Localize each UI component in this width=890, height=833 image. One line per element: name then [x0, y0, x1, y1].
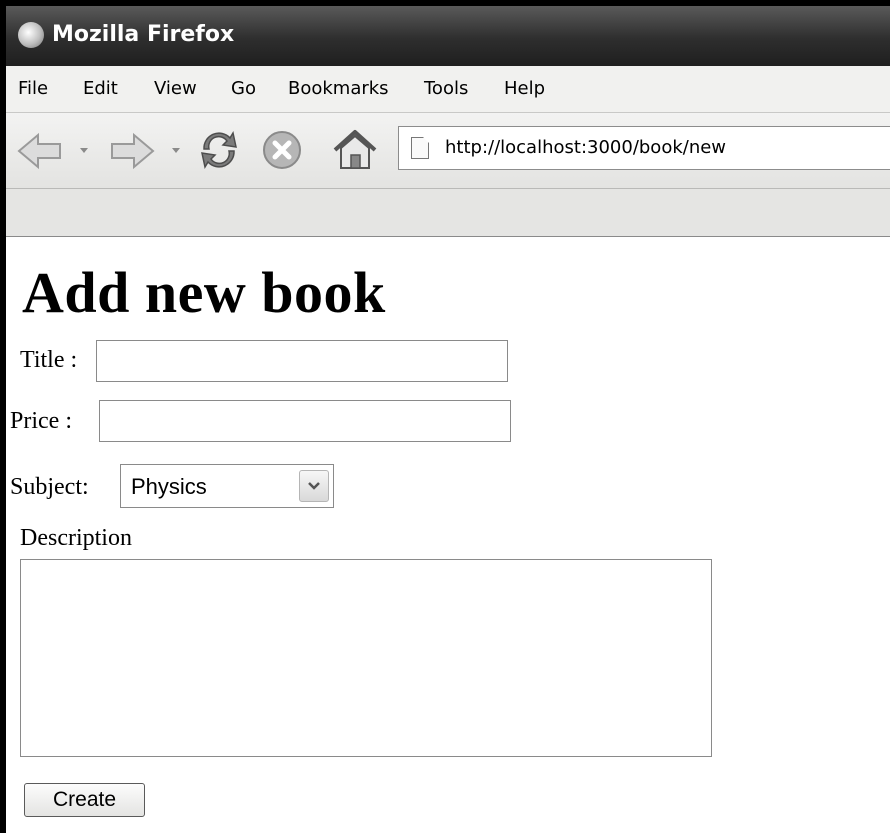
forward-arrow-icon[interactable]	[108, 131, 156, 171]
stop-icon[interactable]	[261, 129, 303, 171]
menu-edit[interactable]: Edit	[83, 78, 118, 99]
dropdown-button[interactable]	[299, 470, 329, 502]
description-textarea[interactable]	[20, 559, 712, 757]
bookmarks-toolbar	[6, 189, 890, 237]
chevron-down-icon	[308, 482, 320, 490]
menu-tools[interactable]: Tools	[424, 78, 468, 99]
price-input[interactable]	[99, 400, 511, 442]
menu-help[interactable]: Help	[504, 78, 545, 99]
forward-history-dropdown-icon[interactable]	[171, 145, 181, 155]
create-button[interactable]: Create	[24, 783, 145, 817]
back-history-dropdown-icon[interactable]	[79, 145, 89, 155]
menu-bar: File Edit View Go Bookmarks Tools Help	[6, 66, 890, 113]
page-content: Add new book Title : Price : Subject: Ph…	[6, 237, 890, 833]
address-bar[interactable]: http://localhost:3000/book/new	[398, 126, 890, 170]
subject-label: Subject:	[10, 474, 89, 500]
menu-bookmarks[interactable]: Bookmarks	[288, 78, 389, 99]
price-label: Price :	[10, 408, 72, 434]
menu-view[interactable]: View	[154, 78, 197, 99]
home-icon[interactable]	[331, 127, 379, 173]
firefox-logo-icon	[18, 22, 44, 48]
page-heading: Add new book	[22, 260, 386, 325]
menu-go[interactable]: Go	[231, 78, 256, 99]
page-icon	[411, 137, 429, 159]
menu-file[interactable]: File	[18, 78, 48, 99]
subject-selected-value: Physics	[131, 474, 207, 499]
back-arrow-icon[interactable]	[16, 131, 64, 171]
reload-icon[interactable]	[196, 127, 242, 173]
address-url: http://localhost:3000/book/new	[445, 137, 727, 158]
title-bar: Mozilla Firefox	[6, 6, 890, 66]
window-title: Mozilla Firefox	[52, 22, 235, 47]
subject-select[interactable]: Physics	[120, 464, 334, 508]
description-label: Description	[20, 525, 132, 551]
title-input[interactable]	[96, 340, 508, 382]
title-label: Title :	[20, 347, 78, 373]
